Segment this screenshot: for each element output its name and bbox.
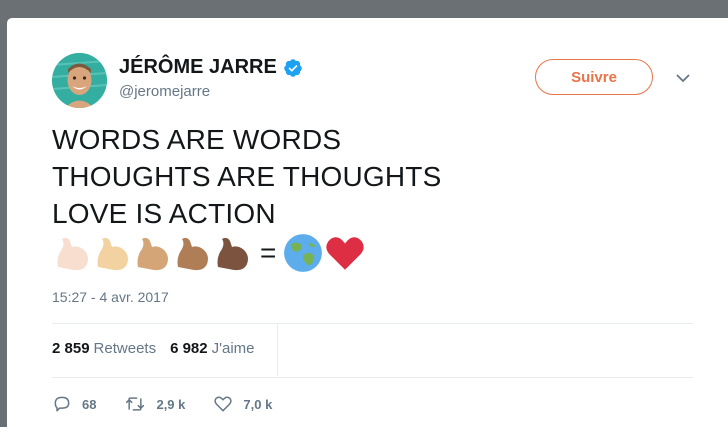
tweet-line: WORDS ARE WORDS <box>52 124 342 155</box>
equals-sign: = <box>260 236 277 268</box>
retweet-button[interactable]: 2,9 k <box>124 394 185 414</box>
likes-count: 6 982 <box>170 340 208 357</box>
heart-icon <box>214 396 233 412</box>
flexed-biceps-medium-dark-icon <box>177 237 208 270</box>
globe-icon <box>284 233 323 272</box>
tweet-actions: 68 2,9 k 7,0 k <box>52 394 300 414</box>
follow-button[interactable]: Suivre <box>535 59 653 95</box>
flexed-biceps-light-icon <box>57 237 88 270</box>
flexed-biceps-dark-icon <box>217 237 248 270</box>
likes-label: J'aime <box>211 340 255 357</box>
retweet-count: 2,9 k <box>156 396 186 412</box>
author-handle[interactable]: @jeromejarre <box>119 83 210 100</box>
flexed-biceps-medium-icon <box>137 237 168 270</box>
reply-icon <box>54 396 70 412</box>
tweet-text: WORDS ARE WORDS THOUGHTS ARE THOUGHTS LO… <box>52 121 442 232</box>
red-heart-icon <box>326 236 365 270</box>
tweet-line: LOVE IS ACTION <box>52 198 276 229</box>
retweets-stat[interactable]: 2 859 Retweets <box>52 340 156 357</box>
retweet-icon <box>126 397 145 411</box>
tweet-stats: 2 859 Retweets 6 982 J'aime <box>52 340 255 357</box>
likes-stat[interactable]: 6 982 J'aime <box>170 340 254 357</box>
reply-button[interactable]: 68 <box>52 394 96 414</box>
stats-separator <box>277 324 278 376</box>
divider <box>52 323 693 324</box>
like-button[interactable]: 7,0 k <box>213 394 272 414</box>
tweet-card: JÉRÔME JARRE @jeromejarre Suivre WORDS A… <box>7 18 728 427</box>
avatar[interactable] <box>52 53 107 108</box>
tweet-line: THOUGHTS ARE THOUGHTS <box>52 161 442 192</box>
like-count: 7,0 k <box>243 396 273 412</box>
chevron-down-icon[interactable] <box>675 72 691 84</box>
verified-badge-icon <box>284 58 302 77</box>
author-name[interactable]: JÉRÔME JARRE <box>119 56 277 79</box>
retweets-label: Retweets <box>93 340 157 357</box>
retweets-count: 2 859 <box>52 340 90 357</box>
author-name-row[interactable]: JÉRÔME JARRE <box>119 56 303 79</box>
emoji-row: = <box>52 230 366 275</box>
flexed-biceps-medium-light-icon <box>97 237 128 270</box>
reply-count: 68 <box>82 396 97 412</box>
divider <box>52 377 693 378</box>
tweet-timestamp[interactable]: 15:27 - 4 avr. 2017 <box>52 289 169 305</box>
